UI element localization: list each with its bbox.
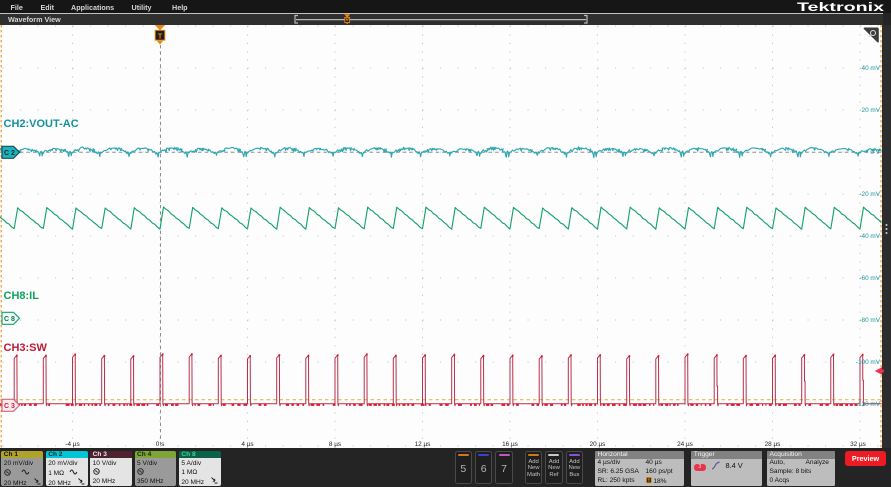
svg-text:8 µs: 8 µs [329, 441, 341, 448]
svg-text:40 mV: 40 mV [862, 65, 881, 72]
svg-text:20 mV: 20 mV [862, 107, 881, 114]
svg-text:CH8:IL: CH8:IL [4, 290, 40, 302]
svg-text:-60 mV: -60 mV [859, 275, 880, 282]
svg-text:28 µs: 28 µs [765, 441, 781, 448]
svg-text:C 3: C 3 [4, 403, 15, 410]
svg-text:4 µs: 4 µs [241, 441, 253, 448]
svg-text:-80 mV: -80 mV [859, 317, 880, 324]
svg-text:CH3:SW: CH3:SW [4, 342, 48, 354]
svg-text:0 V: 0 V [870, 149, 880, 156]
svg-text:-40 mV: -40 mV [859, 233, 880, 240]
svg-text:C 8: C 8 [4, 316, 15, 323]
svg-text:12 µs: 12 µs [415, 441, 431, 448]
svg-text:32 µs: 32 µs [850, 441, 866, 448]
svg-text:-100 mV: -100 mV [856, 359, 881, 366]
svg-text:24 µs: 24 µs [677, 441, 693, 448]
svg-text:20 µs: 20 µs [590, 441, 606, 448]
svg-text:0 s: 0 s [156, 441, 165, 448]
svg-text:T: T [158, 32, 163, 41]
svg-text:-20 mV: -20 mV [859, 191, 880, 198]
svg-text:CH2:VOUT-AC: CH2:VOUT-AC [4, 118, 79, 130]
svg-text:C 2: C 2 [4, 150, 15, 157]
svg-text:-4 µs: -4 µs [65, 441, 79, 448]
svg-text:-120 mV: -120 mV [856, 401, 881, 408]
svg-text:16 µs: 16 µs [502, 441, 518, 448]
